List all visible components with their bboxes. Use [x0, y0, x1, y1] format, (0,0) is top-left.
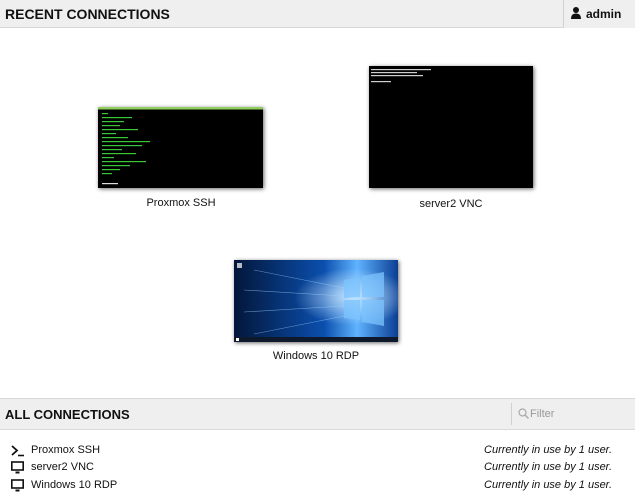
- recent-connection-windows-10-rdp[interactable]: Windows 10 RDP: [234, 260, 400, 366]
- connection-status: Currently in use by 1 user.: [484, 444, 612, 456]
- connection-status: Currently in use by 1 user.: [484, 479, 612, 491]
- connection-name: Windows 10 RDP: [31, 479, 118, 491]
- connection-row-proxmox-ssh[interactable]: Proxmox SSH Currently in use by 1 user.: [0, 442, 635, 460]
- search-icon: [518, 408, 529, 419]
- header-bar: RECENT CONNECTIONS admin: [0, 0, 635, 28]
- recent-connection-proxmox-ssh[interactable]: Proxmox SSH: [98, 107, 264, 215]
- connection-thumbnail: [98, 107, 263, 188]
- connection-thumbnail: [369, 66, 533, 188]
- filter-box: [511, 403, 635, 425]
- filter-input[interactable]: [530, 405, 630, 423]
- tile-label: Windows 10 RDP: [272, 350, 360, 362]
- user-name: admin: [586, 7, 622, 21]
- connection-row-server2-vnc[interactable]: server2 VNC Currently in use by 1 user.: [0, 459, 635, 477]
- recent-connection-server2-vnc[interactable]: server2 VNC: [369, 66, 535, 216]
- section-title: ALL CONNECTIONS: [5, 407, 130, 422]
- connection-name: Proxmox SSH: [31, 444, 101, 456]
- user-icon: [571, 7, 581, 19]
- user-menu[interactable]: admin: [563, 0, 635, 28]
- connection-row-windows-10-rdp[interactable]: Windows 10 RDP Currently in use by 1 use…: [0, 477, 635, 495]
- monitor-icon: [11, 479, 24, 492]
- tile-label: Proxmox SSH: [146, 197, 216, 209]
- monitor-icon: [11, 461, 24, 474]
- terminal-icon: [11, 445, 24, 457]
- connection-name: server2 VNC: [31, 461, 94, 473]
- connection-thumbnail: [234, 260, 398, 342]
- connection-status: Currently in use by 1 user.: [484, 461, 612, 473]
- page-title: RECENT CONNECTIONS: [5, 6, 170, 22]
- tile-label: server2 VNC: [419, 198, 483, 210]
- all-connections-header: ALL CONNECTIONS: [0, 398, 635, 430]
